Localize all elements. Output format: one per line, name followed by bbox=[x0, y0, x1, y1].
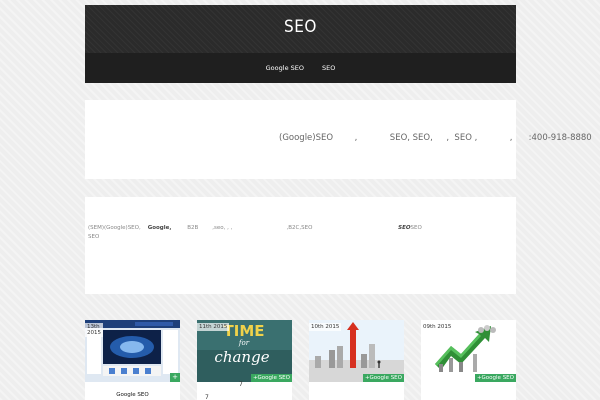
description-part: Google, bbox=[147, 225, 172, 231]
description-panel: (SEM)(Google)SEO, Google, B2B ,seo, , , … bbox=[85, 197, 516, 294]
post-card[interactable]: TIME for change 11th 2015 +Google SEO 7 … bbox=[197, 320, 292, 400]
description-part: (SEM)(Google)SEO, bbox=[88, 225, 141, 231]
post-thumbnail[interactable]: TIME for change 11th 2015 +Google SEO bbox=[197, 320, 292, 382]
nav-item-google-seo[interactable]: Google SEO bbox=[266, 64, 304, 72]
description-part: SEO bbox=[88, 234, 100, 240]
post-card[interactable]: 10th 2015 +Google SEO bbox=[309, 320, 404, 400]
nav-item-seo[interactable]: SEO bbox=[322, 64, 335, 72]
main-nav: Google SEO SEO bbox=[85, 53, 516, 83]
post-thumbnail[interactable]: 10th 2015 +Google SEO bbox=[309, 320, 404, 382]
intro-text: (Google)SEO , SEO, SEO, , SEO , , :400-9… bbox=[279, 133, 592, 143]
description-text: (SEM)(Google)SEO, Google, B2B ,seo, , , … bbox=[88, 224, 508, 242]
site-header: SEO Google SEO SEO bbox=[85, 5, 516, 83]
description-part: B2B ,seo, , , ,B2C,SEO bbox=[187, 225, 313, 231]
post-count: 7 bbox=[239, 381, 243, 388]
svg-text:TIME: TIME bbox=[224, 322, 265, 340]
description-part: SEO bbox=[410, 225, 422, 231]
post-date: 11th 2015 bbox=[197, 323, 230, 331]
post-card[interactable]: 13th 2015 + Google SEO bbox=[85, 320, 180, 400]
category-tag[interactable]: +Google SEO bbox=[474, 374, 516, 382]
svg-text:change: change bbox=[214, 348, 269, 366]
plus-icon[interactable]: + bbox=[170, 373, 180, 382]
post-date: 10th 2015 bbox=[309, 323, 342, 331]
post-title[interactable]: Google SEO bbox=[85, 392, 180, 398]
category-tag[interactable]: +Google SEO bbox=[362, 374, 404, 382]
site-title[interactable]: SEO bbox=[85, 17, 516, 37]
post-date: 09th 2015 bbox=[421, 323, 454, 331]
post-count: 7 bbox=[205, 394, 209, 400]
svg-text:for: for bbox=[238, 339, 250, 347]
post-card[interactable]: 09th 2015 +Google SEO bbox=[421, 320, 516, 400]
description-part: SEO bbox=[398, 225, 411, 231]
category-tag[interactable]: +Google SEO bbox=[250, 374, 292, 382]
post-cards: 13th 2015 + Google SEO TIME for change 1… bbox=[85, 320, 516, 400]
post-thumbnail[interactable]: 13th 2015 + bbox=[85, 320, 180, 382]
post-thumbnail[interactable]: 09th 2015 +Google SEO bbox=[421, 320, 516, 382]
post-date: 13th 2015 bbox=[85, 323, 103, 337]
intro-panel: (Google)SEO , SEO, SEO, , SEO , , :400-9… bbox=[85, 100, 592, 179]
